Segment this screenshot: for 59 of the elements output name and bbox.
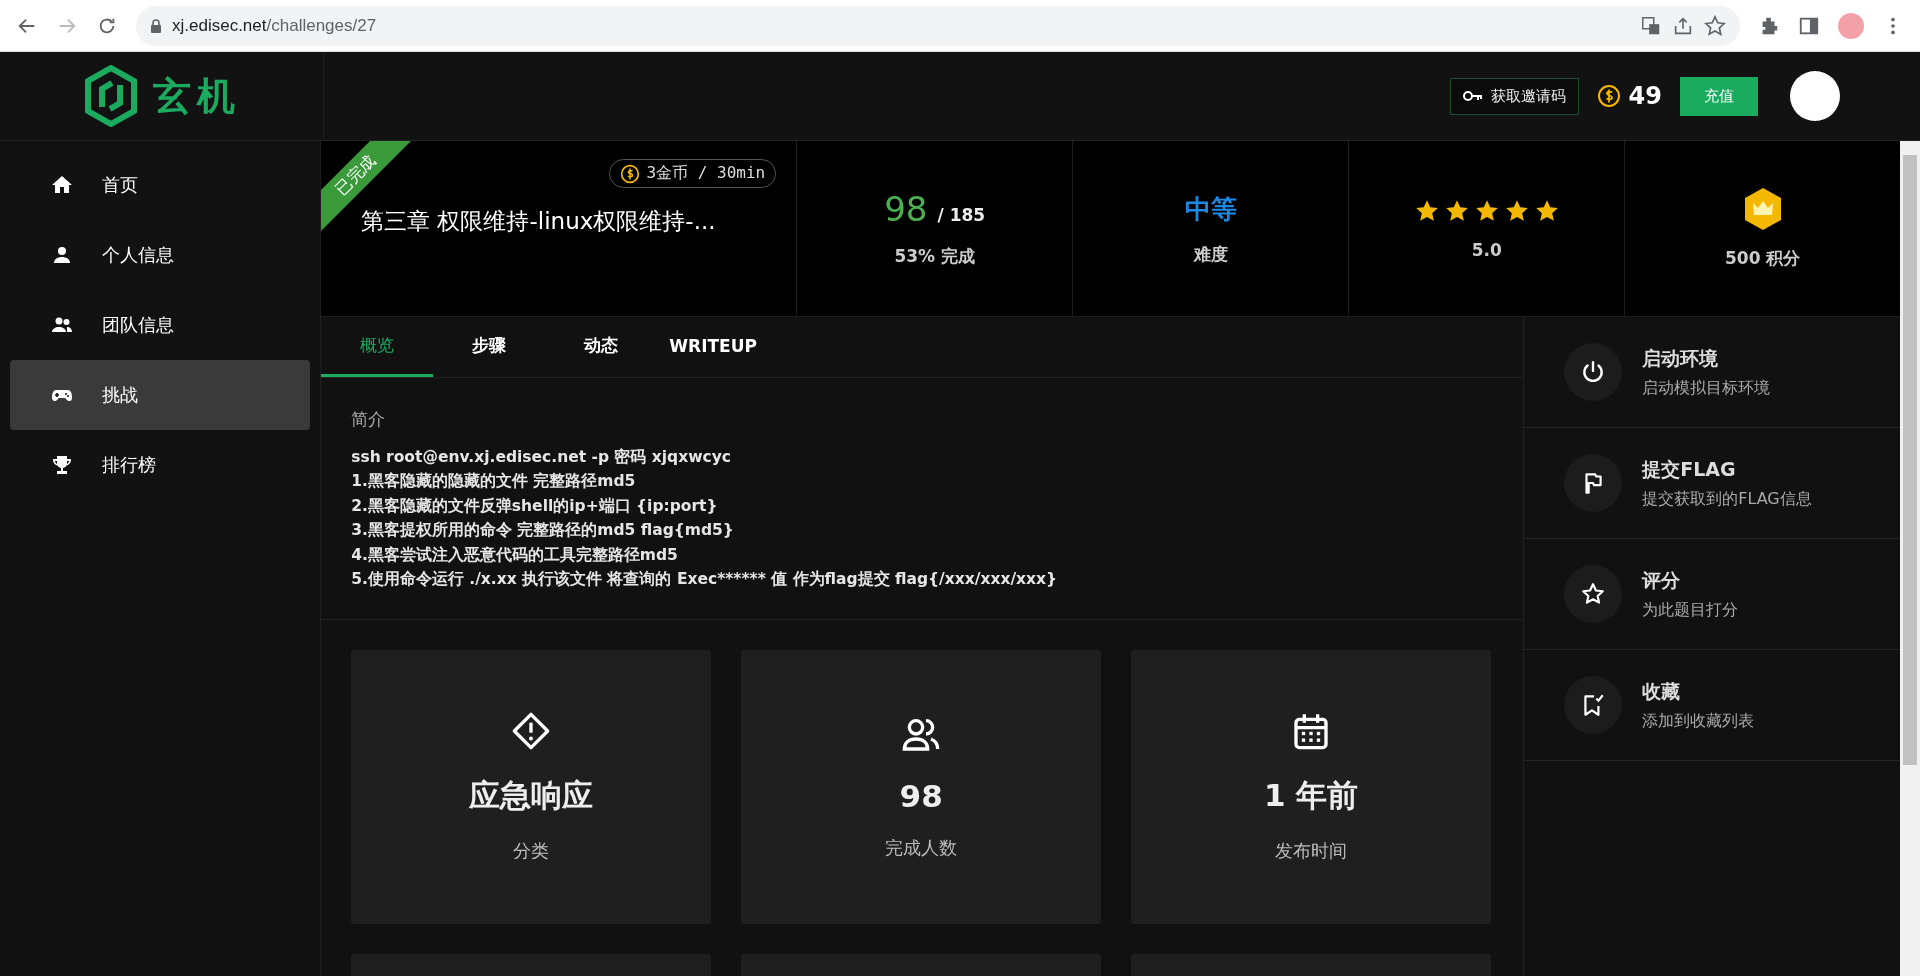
bookmark-star-icon[interactable] xyxy=(1704,14,1726,37)
intro-line: ssh root@env.xj.edisec.net -p 密码 xjqxwcyc xyxy=(351,447,732,468)
logo-text[interactable]: 玄机 xyxy=(152,70,241,122)
action-item[interactable]: 提交FLAG 提交获取到的FLAG信息 xyxy=(1524,428,1901,539)
sidebar-item[interactable]: 团队信息 xyxy=(10,290,311,360)
sidebar-item[interactable]: 排行榜 xyxy=(10,430,311,500)
card-value: 98 xyxy=(899,778,943,815)
action-subtitle: 添加到收藏列表 xyxy=(1642,710,1755,732)
tab[interactable]: 步骤 xyxy=(433,317,546,377)
intro-line: 3.黑客提权所用的命令 完整路径的md5 flag{md5} xyxy=(351,520,735,542)
intro-line: 4.黑客尝试注入恶意代码的工具完整路径md5 xyxy=(351,544,679,566)
action-title: 收藏 xyxy=(1642,678,1682,704)
progress-label: 53% 完成 xyxy=(894,245,975,268)
action-item[interactable]: 启动环境 启动模拟目标环境 xyxy=(1524,317,1901,428)
tab[interactable]: 动态 xyxy=(545,317,658,377)
card-value: 应急响应 xyxy=(469,776,594,816)
action-subtitle: 为此题目打分 xyxy=(1642,599,1739,621)
invite-code-button[interactable]: 获取邀请码 xyxy=(1449,77,1579,115)
intro-line: 1.黑客隐藏的隐藏的文件 完整路径md5 xyxy=(351,471,637,493)
action-item[interactable]: 收藏 添加到收藏列表 xyxy=(1524,650,1901,761)
difficulty-value: 中等 xyxy=(1184,192,1237,226)
tab[interactable]: 概览 xyxy=(321,317,434,377)
points-value: 500 积分 xyxy=(1725,247,1801,270)
sidebar-item[interactable]: 个人信息 xyxy=(10,220,311,290)
sidebar-item[interactable]: 挑战 xyxy=(10,360,311,430)
coin-icon xyxy=(1596,84,1621,108)
url-text: xj.edisec.net/challenges/27 xyxy=(172,15,377,36)
user-avatar[interactable] xyxy=(1790,71,1840,121)
card-label: 分类 xyxy=(513,839,550,864)
action-subtitle: 启动模拟目标环境 xyxy=(1642,377,1771,399)
lock-icon xyxy=(150,18,162,33)
coin-balance: 49 xyxy=(1628,82,1662,110)
logo-icon xyxy=(82,65,139,127)
coin-icon xyxy=(620,163,641,184)
action-title: 启动环境 xyxy=(1642,345,1720,371)
total-count: / 185 xyxy=(937,205,986,225)
challenge-title: 第三章 权限维持-linux权限维持-... xyxy=(361,207,717,236)
action-item[interactable]: 评分 为此题目打分 xyxy=(1524,539,1901,650)
action-title: 评分 xyxy=(1642,567,1682,593)
intro-line: 5.使用命令运行 ./x.xx 执行该文件 将查询的 Exec****** 值 作为flag提交 flag{/xxx/xxx/xxx} xyxy=(351,569,1059,591)
sidebar-item[interactable]: 首页 xyxy=(10,150,311,220)
translate-icon[interactable] xyxy=(1640,14,1662,37)
rating-value: 5.0 xyxy=(1471,239,1502,260)
solved-count: 98 xyxy=(884,189,928,229)
trophy-icon xyxy=(50,453,74,477)
intro-line: 2.黑客隐藏的文件反弹shell的ip+端口 {ip:port} xyxy=(351,495,719,517)
action-title: 提交FLAG xyxy=(1642,456,1737,482)
card-label: 发布时间 xyxy=(1275,839,1348,864)
section-heading: 简介 xyxy=(351,408,387,431)
badge-icon xyxy=(1742,187,1783,231)
scrollbar[interactable] xyxy=(1900,141,1920,976)
difficulty-label: 难度 xyxy=(1193,242,1228,266)
action-subtitle: 提交获取到的FLAG信息 xyxy=(1642,488,1812,510)
warning-diamond-icon xyxy=(511,711,552,752)
tab[interactable]: WRITEUP xyxy=(657,317,770,377)
key-icon xyxy=(1462,90,1483,102)
address-bar[interactable]: xj.edisec.net/challenges/27 xyxy=(136,5,1740,46)
card-label: 完成人数 xyxy=(885,836,958,861)
card-value: 1 年前 xyxy=(1264,776,1359,816)
